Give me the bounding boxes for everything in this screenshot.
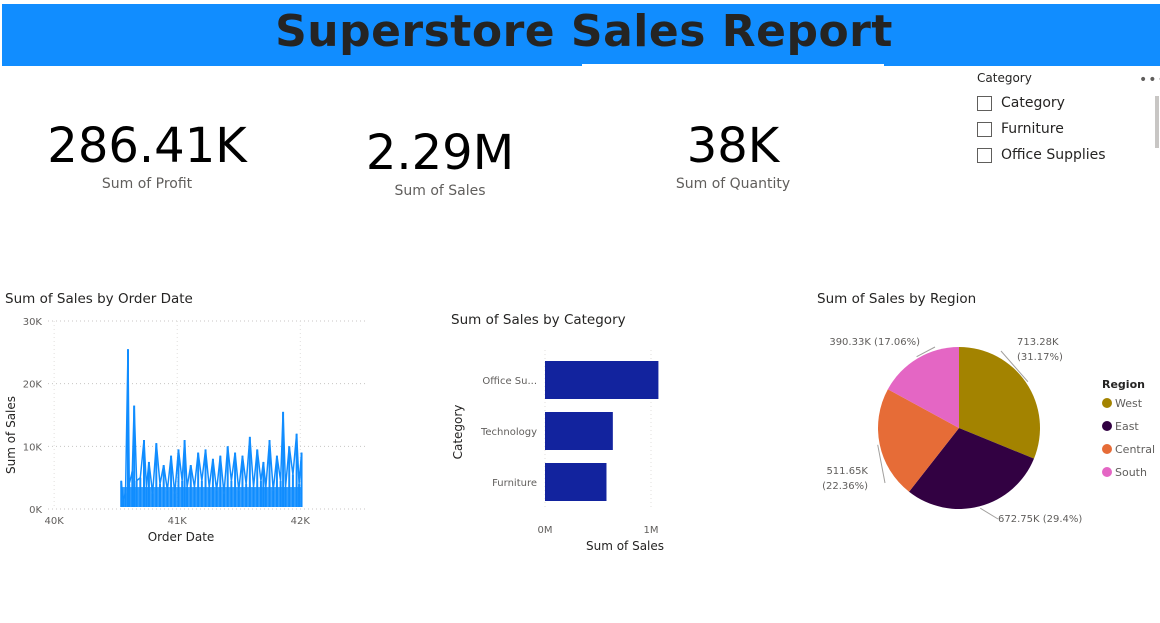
series-dense-band xyxy=(121,487,302,507)
more-options-icon[interactable]: ••• xyxy=(1139,72,1160,88)
bar-chart[interactable]: 0M 1M Office Su... Technology Furniture Sum o… xyxy=(445,330,705,570)
leader-line xyxy=(980,507,999,520)
slicer-scrollbar[interactable] xyxy=(1155,96,1159,148)
banner-divider xyxy=(582,64,884,66)
data-label: 672.75K (29.4%) xyxy=(998,514,1082,525)
kpi-value: 2.29M xyxy=(365,125,515,181)
bar xyxy=(545,361,659,399)
legend-marker xyxy=(1102,444,1112,454)
x-tick-label: 42K xyxy=(291,516,311,527)
slicer-title: Category xyxy=(977,71,1032,85)
category-slicer: Category Category Furniture Office Suppl… xyxy=(977,71,1137,168)
y-tick-label: 10K xyxy=(23,442,43,453)
x-axis-title: Order Date xyxy=(148,530,215,544)
report-title: Superstore Sales Report xyxy=(275,6,893,57)
legend-marker xyxy=(1102,467,1112,477)
x-tick-label: 0M xyxy=(538,525,553,536)
legend-label: East xyxy=(1115,420,1139,433)
kpi-label: Sum of Sales xyxy=(394,183,486,199)
legend-title: Region xyxy=(1102,378,1145,391)
kpi-label: Sum of Profit xyxy=(101,176,193,192)
data-label: 390.33K (17.06%) xyxy=(829,337,920,348)
y-tick-label: 30K xyxy=(23,317,43,328)
bar-chart-title: Sum of Sales by Category xyxy=(451,312,626,328)
kpi-value: 286.41K xyxy=(47,118,247,174)
slicer-option-label: Category xyxy=(1001,95,1065,111)
data-label: (22.36%) xyxy=(822,481,868,492)
data-label: 511.65K xyxy=(826,466,868,477)
slicer-option-label: Office Supplies xyxy=(1001,147,1106,163)
slicer-option-label: Furniture xyxy=(1001,121,1064,137)
y-tick-label: 0K xyxy=(29,505,42,516)
x-axis-title: Sum of Sales xyxy=(586,539,664,553)
y-tick-label: 20K xyxy=(23,380,43,391)
slicer-option-furniture[interactable]: Furniture xyxy=(977,116,1137,142)
y-axis-title: Category xyxy=(451,405,465,460)
data-label: (31.17%) xyxy=(1017,352,1063,363)
y-axis-title: Sum of Sales xyxy=(4,396,18,474)
checkbox[interactable] xyxy=(977,121,992,137)
category-label: Office Su... xyxy=(482,376,537,387)
kpi-card-quantity[interactable]: 38K Sum of Quantity xyxy=(633,122,833,192)
x-tick-label: 41K xyxy=(168,516,188,527)
x-tick-label: 1M xyxy=(644,525,659,536)
slicer-option-category[interactable]: Category xyxy=(977,90,1137,116)
kpi-card-sales[interactable]: 2.29M Sum of Sales xyxy=(340,129,540,199)
kpi-card-profit[interactable]: 286.41K Sum of Profit xyxy=(47,122,247,192)
x-tick-label: 40K xyxy=(45,516,65,527)
slicer-option-office-supplies[interactable]: Office Supplies xyxy=(977,142,1137,168)
bar xyxy=(545,463,607,501)
kpi-value: 38K xyxy=(686,118,780,174)
kpi-label: Sum of Quantity xyxy=(675,176,791,192)
pie-chart-title: Sum of Sales by Region xyxy=(817,291,977,307)
bar xyxy=(545,412,613,450)
legend-marker xyxy=(1102,421,1112,431)
category-label: Technology xyxy=(480,427,537,438)
report-header-banner: Superstore Sales Report xyxy=(2,4,1160,66)
line-chart[interactable]: 0K 10K 20K 30K 40K 41K 42K Order Date Sum of Sal… xyxy=(0,305,380,565)
legend-label: South xyxy=(1115,466,1147,479)
legend-label: West xyxy=(1115,397,1143,410)
checkbox[interactable] xyxy=(977,95,992,111)
pie-chart[interactable]: 713.28K (31.17%) 672.75K (29.4%) 511.65K (22… xyxy=(815,315,1155,545)
legend-label: Central xyxy=(1115,443,1155,456)
checkbox[interactable] xyxy=(977,147,992,163)
category-label: Furniture xyxy=(492,478,537,489)
legend-marker xyxy=(1102,398,1112,408)
data-label: 713.28K xyxy=(1017,337,1059,348)
